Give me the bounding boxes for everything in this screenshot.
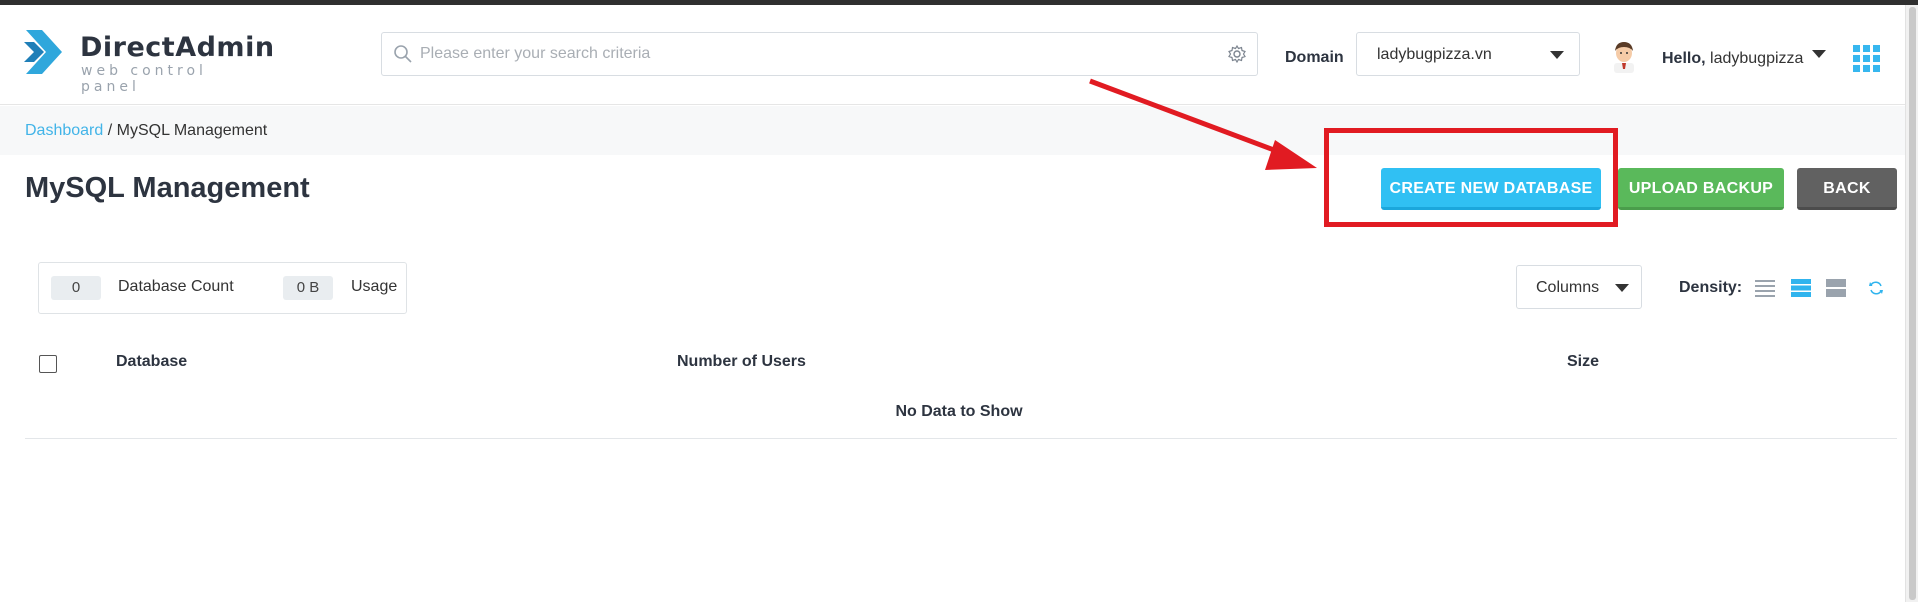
usage-label: Usage bbox=[351, 278, 398, 295]
header: DirectAdmin web control panel Domain lad… bbox=[0, 5, 1905, 105]
chevron-down-icon bbox=[1615, 284, 1629, 292]
avatar[interactable] bbox=[1608, 39, 1640, 73]
annotation-arrow bbox=[1089, 78, 1317, 170]
username: ladybugpizza bbox=[1710, 50, 1804, 67]
user-menu-chevron-icon[interactable] bbox=[1812, 50, 1826, 58]
chevron-down-icon bbox=[1550, 51, 1564, 59]
brand-logo[interactable]: DirectAdmin web control panel bbox=[24, 28, 274, 95]
gear-icon[interactable] bbox=[1227, 44, 1247, 64]
page-title: MySQL Management bbox=[25, 172, 310, 204]
apps-grid-icon[interactable] bbox=[1853, 45, 1880, 72]
breadcrumb-current: MySQL Management bbox=[116, 122, 268, 139]
columns-label: Columns bbox=[1536, 279, 1600, 296]
database-count-label: Database Count bbox=[118, 278, 234, 295]
page-scrollbar[interactable] bbox=[1905, 5, 1918, 602]
app-window: DirectAdmin web control panel Domain lad… bbox=[0, 0, 1918, 602]
domain-label: Domain bbox=[1285, 49, 1344, 66]
back-button[interactable]: BACK bbox=[1797, 168, 1897, 210]
density-large-icon[interactable] bbox=[1826, 279, 1846, 297]
breadcrumb: Dashboard / MySQL Management bbox=[25, 122, 267, 140]
breadcrumb-separator: / bbox=[107, 122, 113, 139]
table-divider bbox=[25, 438, 1897, 439]
search-icon bbox=[394, 45, 412, 63]
column-header-size[interactable]: Size bbox=[1567, 353, 1599, 371]
domain-selected-value: ladybugpizza.vn bbox=[1377, 46, 1492, 63]
user-greeting[interactable]: Hello, ladybugpizza bbox=[1662, 50, 1803, 68]
greeting-text: Hello, bbox=[1662, 50, 1706, 67]
database-count-value: 0 bbox=[51, 276, 101, 300]
columns-dropdown[interactable]: Columns bbox=[1516, 265, 1642, 309]
column-header-number-of-users[interactable]: Number of Users bbox=[677, 353, 806, 371]
select-all-checkbox[interactable] bbox=[39, 355, 57, 373]
column-header-database[interactable]: Database bbox=[116, 353, 187, 371]
refresh-icon[interactable] bbox=[1868, 280, 1884, 296]
search-input[interactable] bbox=[420, 33, 1200, 75]
breadcrumb-bar: Dashboard / MySQL Management bbox=[0, 106, 1905, 155]
density-label: Density: bbox=[1679, 279, 1743, 296]
database-stats-panel: 0 Database Count 0 B Usage bbox=[38, 262, 407, 314]
density-medium-icon[interactable] bbox=[1791, 279, 1811, 297]
upload-backup-button[interactable]: UPLOAD BACKUP bbox=[1618, 168, 1784, 210]
search-box bbox=[381, 32, 1258, 76]
domain-select[interactable]: ladybugpizza.vn bbox=[1356, 32, 1580, 76]
density-compact-icon[interactable] bbox=[1755, 279, 1775, 297]
annotation-highlight-box bbox=[1324, 128, 1618, 227]
breadcrumb-dashboard-link[interactable]: Dashboard bbox=[25, 122, 103, 139]
brand-tagline: web control panel bbox=[81, 63, 207, 95]
directadmin-logo-icon bbox=[24, 30, 62, 74]
empty-table-message: No Data to Show bbox=[895, 403, 1023, 420]
usage-value: 0 B bbox=[283, 276, 333, 300]
brand-name: DirectAdmin bbox=[80, 32, 275, 63]
scrollbar-thumb[interactable] bbox=[1909, 7, 1916, 600]
